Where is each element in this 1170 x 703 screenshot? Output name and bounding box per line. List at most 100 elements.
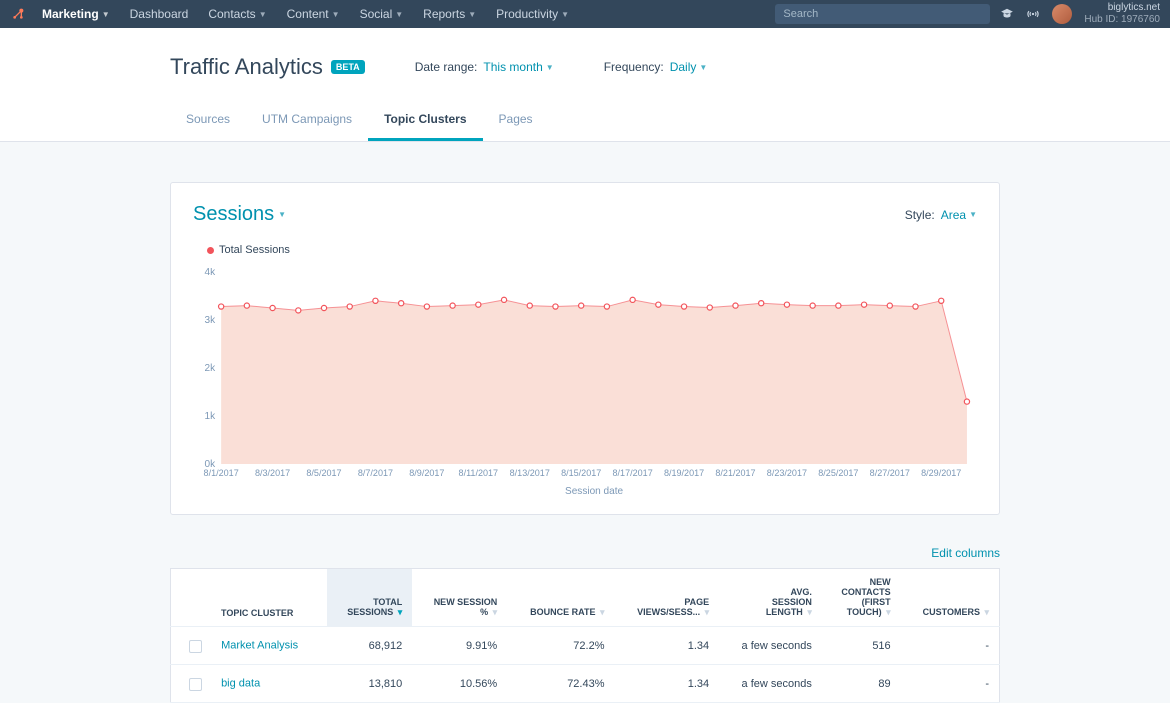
- chevron-down-icon: ▼: [546, 63, 554, 72]
- chevron-down-icon: ▼: [259, 10, 267, 19]
- cell-avg-length: a few seconds: [719, 665, 822, 703]
- nav-brand[interactable]: Marketing ▼: [32, 7, 120, 21]
- chevron-down-icon: ▼: [699, 63, 707, 72]
- chevron-down-icon: ▼: [278, 210, 286, 219]
- svg-text:8/9/2017: 8/9/2017: [409, 468, 444, 478]
- metric-dropdown[interactable]: Sessions ▼: [193, 203, 286, 226]
- column-header[interactable]: NEWCONTACTS(FIRSTTOUCH) ▾: [822, 569, 901, 627]
- svg-text:8/7/2017: 8/7/2017: [358, 468, 393, 478]
- nav-left: Marketing ▼ Dashboard Contacts▼ Content▼…: [10, 6, 579, 22]
- cell-new-session-pct: 9.91%: [412, 627, 507, 665]
- cell-total-sessions: 68,912: [327, 627, 412, 665]
- column-header[interactable]: TOTALSESSIONS ▾: [327, 569, 412, 627]
- svg-text:4k: 4k: [205, 268, 217, 278]
- svg-text:8/25/2017: 8/25/2017: [818, 468, 858, 478]
- tab-sources[interactable]: Sources: [170, 102, 246, 141]
- svg-text:8/17/2017: 8/17/2017: [613, 468, 653, 478]
- svg-text:1k: 1k: [205, 411, 217, 422]
- page-header: Traffic Analytics BETA Date range: This …: [0, 28, 1170, 142]
- nav-item-dashboard[interactable]: Dashboard: [120, 7, 199, 21]
- tab-topic-clusters[interactable]: Topic Clusters: [368, 102, 482, 141]
- svg-text:8/1/2017: 8/1/2017: [204, 468, 239, 478]
- chart-legend: Total Sessions: [207, 244, 977, 256]
- table-row: big data 13,810 10.56% 72.43% 1.34 a few…: [171, 665, 1000, 703]
- beta-badge: BETA: [331, 60, 365, 74]
- svg-text:8/23/2017: 8/23/2017: [767, 468, 807, 478]
- column-header[interactable]: NEW SESSION% ▾: [412, 569, 507, 627]
- date-range-label: Date range:: [415, 60, 478, 74]
- chevron-down-icon: ▼: [468, 10, 476, 19]
- row-checkbox[interactable]: [189, 678, 202, 691]
- nav-item-productivity[interactable]: Productivity▼: [486, 7, 579, 21]
- nav-item-contacts[interactable]: Contacts▼: [198, 7, 276, 21]
- date-range-filter: Date range: This month ▼: [415, 60, 554, 74]
- edit-columns-row: Edit columns: [170, 545, 1000, 560]
- column-header[interactable]: CUSTOMERS ▾: [901, 569, 1000, 627]
- search-input[interactable]: [775, 4, 990, 24]
- tab-pages[interactable]: Pages: [483, 102, 549, 141]
- top-nav: Marketing ▼ Dashboard Contacts▼ Content▼…: [0, 0, 1170, 28]
- nav-item-reports[interactable]: Reports▼: [413, 7, 486, 21]
- chevron-down-icon: ▼: [102, 10, 110, 19]
- chevron-down-icon: ▼: [969, 210, 977, 219]
- column-header[interactable]: BOUNCE RATE ▾: [507, 569, 614, 627]
- cell-bounce-rate: 72.43%: [507, 665, 614, 703]
- cell-bounce-rate: 72.2%: [507, 627, 614, 665]
- cell-new-contacts[interactable]: 516: [822, 627, 901, 665]
- hub-id: Hub ID: 1976760: [1084, 14, 1160, 26]
- svg-text:8/13/2017: 8/13/2017: [510, 468, 550, 478]
- svg-text:8/29/2017: 8/29/2017: [921, 468, 961, 478]
- topic-cluster-link[interactable]: Market Analysis: [221, 639, 298, 651]
- cell-new-session-pct: 10.56%: [412, 665, 507, 703]
- style-label: Style:: [905, 208, 935, 222]
- svg-text:8/27/2017: 8/27/2017: [870, 468, 910, 478]
- avatar[interactable]: [1052, 4, 1072, 24]
- svg-text:Session date: Session date: [565, 486, 623, 497]
- chevron-down-icon: ▼: [561, 10, 569, 19]
- column-header[interactable]: TOPIC CLUSTER: [171, 569, 327, 627]
- edit-columns-link[interactable]: Edit columns: [931, 546, 1000, 560]
- svg-text:8/3/2017: 8/3/2017: [255, 468, 290, 478]
- date-range-dropdown[interactable]: This month ▼: [483, 60, 553, 74]
- topic-cluster-table: TOPIC CLUSTERTOTALSESSIONS ▾NEW SESSION%…: [170, 568, 1000, 703]
- table-row: Market Analysis 68,912 9.91% 72.2% 1.34 …: [171, 627, 1000, 665]
- cell-page-views: 1.34: [615, 665, 720, 703]
- cell-new-contacts[interactable]: 89: [822, 665, 901, 703]
- style-dropdown[interactable]: Area ▼: [941, 208, 977, 222]
- nav-item-content[interactable]: Content▼: [277, 7, 350, 21]
- tab-utm-campaigns[interactable]: UTM Campaigns: [246, 102, 368, 141]
- svg-text:8/19/2017: 8/19/2017: [664, 468, 704, 478]
- column-header[interactable]: PAGEVIEWS/SESS... ▾: [615, 569, 720, 627]
- legend-dot-icon: [207, 247, 214, 254]
- row-checkbox[interactable]: [189, 640, 202, 653]
- nav-item-social[interactable]: Social▼: [350, 7, 414, 21]
- nav-right: biglytics.net Hub ID: 1976760: [1000, 2, 1160, 26]
- topic-cluster-link[interactable]: big data: [221, 677, 260, 689]
- cell-total-sessions: 13,810: [327, 665, 412, 703]
- cell-avg-length: a few seconds: [719, 627, 822, 665]
- cell-customers: -: [901, 627, 1000, 665]
- svg-text:8/11/2017: 8/11/2017: [459, 468, 499, 478]
- account-name: biglytics.net: [1084, 2, 1160, 14]
- frequency-filter: Frequency: Daily ▼: [604, 60, 708, 74]
- column-header[interactable]: AVG.SESSIONLENGTH ▾: [719, 569, 822, 627]
- frequency-dropdown[interactable]: Daily ▼: [670, 60, 708, 74]
- page-title: Traffic Analytics BETA: [170, 54, 365, 80]
- legend-label: Total Sessions: [219, 244, 290, 256]
- nav-brand-label: Marketing: [42, 7, 99, 21]
- style-filter: Style: Area ▼: [905, 208, 977, 222]
- account-info[interactable]: biglytics.net Hub ID: 1976760: [1084, 2, 1160, 26]
- hubspot-logo-icon: [10, 6, 26, 22]
- sessions-card: Sessions ▼ Style: Area ▼ Total Sessions …: [170, 182, 1000, 515]
- tabs: SourcesUTM CampaignsTopic ClustersPages: [170, 102, 1000, 141]
- svg-text:3k: 3k: [205, 315, 217, 326]
- chevron-down-icon: ▼: [332, 10, 340, 19]
- cell-page-views: 1.34: [615, 627, 720, 665]
- cell-customers: -: [901, 665, 1000, 703]
- svg-text:8/21/2017: 8/21/2017: [715, 468, 755, 478]
- sessions-chart: 0k1k2k3k4k8/1/20178/3/20178/5/20178/7/20…: [193, 268, 977, 498]
- svg-text:8/15/2017: 8/15/2017: [561, 468, 601, 478]
- chevron-down-icon: ▼: [395, 10, 403, 19]
- academy-icon[interactable]: [1000, 7, 1014, 21]
- broadcast-icon[interactable]: [1026, 7, 1040, 21]
